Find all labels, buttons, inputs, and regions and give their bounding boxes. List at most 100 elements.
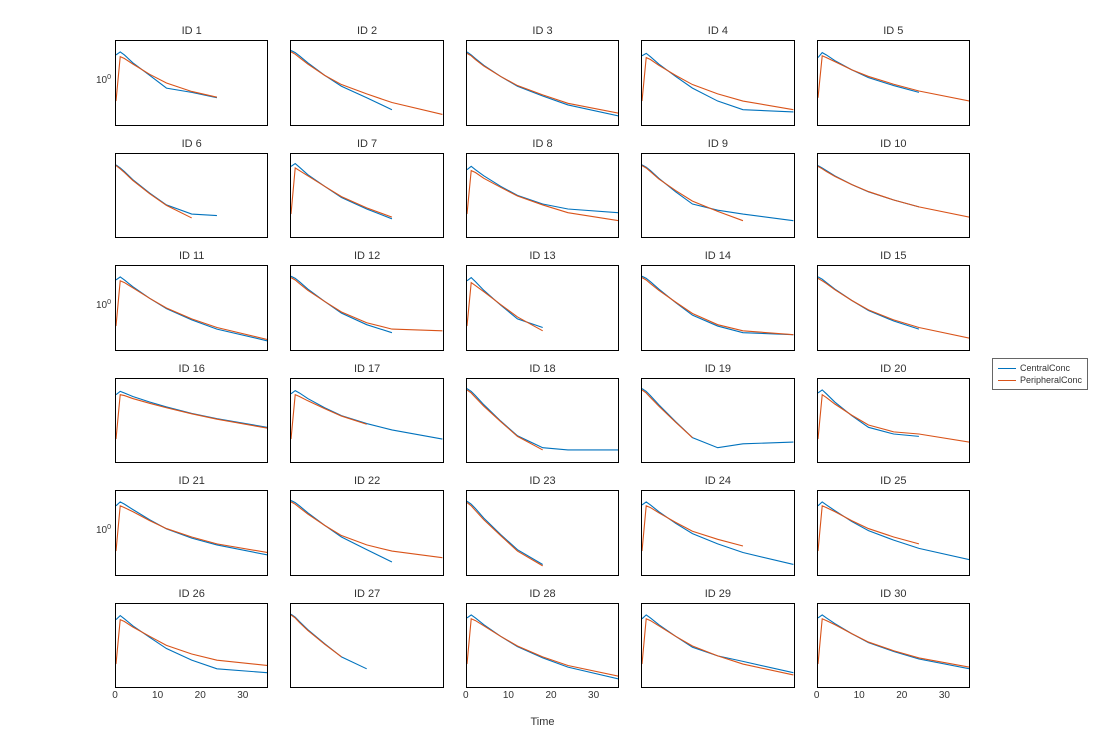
axes (817, 490, 970, 576)
series-centralconc (642, 276, 793, 335)
subplot: ID 280102030Time (466, 603, 619, 701)
subplot: ID 25 (817, 490, 970, 588)
subplot-title: ID 6 (115, 138, 268, 150)
y-tick-label: 100 (96, 74, 115, 86)
subplot: ID 29 (641, 603, 794, 701)
subplot: ID 300102030 (817, 603, 970, 701)
subplot-title: ID 26 (115, 588, 268, 600)
legend: CentralConc PeripheralConc (992, 358, 1088, 390)
subplot: ID 8 (466, 153, 619, 251)
series-centralconc (116, 52, 217, 98)
axes (115, 265, 268, 351)
series-centralconc (642, 502, 793, 565)
subplot-title: ID 2 (290, 25, 443, 37)
axes (466, 40, 619, 126)
subplot-title: ID 17 (290, 363, 443, 375)
series-centralconc (291, 614, 367, 669)
subplot-title: ID 14 (641, 250, 794, 262)
subplot: ID 20 (817, 378, 970, 476)
series-centralconc (291, 163, 392, 218)
series-peripheralconc (291, 394, 367, 438)
subplot-title: ID 23 (466, 475, 619, 487)
series-peripheralconc (116, 394, 267, 438)
axes (115, 378, 268, 464)
subplot: ID 27 (290, 603, 443, 701)
series-centralconc (467, 166, 618, 212)
series-centralconc (467, 501, 543, 564)
legend-label: PeripheralConc (1020, 374, 1082, 386)
series-peripheralconc (818, 166, 969, 217)
axes (817, 378, 970, 464)
legend-entry: PeripheralConc (998, 374, 1082, 386)
series-centralconc (642, 614, 793, 672)
axes (641, 40, 794, 126)
series-centralconc (467, 614, 618, 678)
subplot-title: ID 28 (466, 588, 619, 600)
subplot: ID 5 (817, 40, 970, 138)
series-peripheralconc (467, 618, 618, 675)
axes (641, 153, 794, 239)
series-peripheralconc (116, 619, 267, 665)
subplot: ID 13 (466, 265, 619, 363)
x-tick-labels: 0102030 (466, 688, 619, 702)
x-tick-labels: 0102030 (115, 688, 268, 702)
subplot-title: ID 7 (290, 138, 443, 150)
series-peripheralconc (818, 56, 969, 101)
x-tick-labels: 0102030 (817, 688, 970, 702)
subplot: ID 9 (641, 153, 794, 251)
series-peripheralconc (291, 614, 341, 656)
subplot-title: ID 18 (466, 363, 619, 375)
subplot-title: ID 15 (817, 250, 970, 262)
subplot: ID 6 (115, 153, 268, 251)
subplot-title: ID 29 (641, 588, 794, 600)
subplot: ID 1100 (115, 40, 268, 138)
subplot-title: ID 19 (641, 363, 794, 375)
series-centralconc (818, 165, 919, 206)
series-centralconc (642, 53, 793, 112)
axes (290, 378, 443, 464)
axes (115, 490, 268, 576)
subplot-title: ID 5 (817, 25, 970, 37)
subplot: ID 7 (290, 153, 443, 251)
series-centralconc (116, 277, 267, 341)
subplot-title: ID 24 (641, 475, 794, 487)
subplot-title: ID 20 (817, 363, 970, 375)
series-centralconc (642, 164, 793, 220)
subplot: ID 24 (641, 490, 794, 588)
figure: ID 1100ID 2ID 3ID 4ID 5ID 6ID 7ID 8ID 9I… (0, 0, 1098, 732)
subplot: ID 12 (290, 265, 443, 363)
axes (466, 603, 619, 689)
subplot-title: ID 1 (115, 25, 268, 37)
x-axis-label: Time (466, 716, 619, 728)
y-tick-label: 100 (96, 524, 115, 536)
series-peripheralconc (818, 618, 969, 666)
subplot: ID 23 (466, 490, 619, 588)
series-centralconc (291, 390, 442, 438)
series-peripheralconc (818, 278, 969, 338)
subplot: ID 16 (115, 378, 268, 476)
series-peripheralconc (291, 167, 392, 216)
series-centralconc (818, 277, 919, 329)
subplot: ID 21100 (115, 490, 268, 588)
series-centralconc (467, 278, 543, 328)
subplot: ID 17 (290, 378, 443, 476)
series-centralconc (818, 389, 919, 435)
legend-label: CentralConc (1020, 362, 1070, 374)
axes (466, 265, 619, 351)
series-peripheralconc (642, 506, 743, 551)
axes (466, 153, 619, 239)
subplot-title: ID 8 (466, 138, 619, 150)
subplot: ID 4 (641, 40, 794, 138)
subplot-title: ID 12 (290, 250, 443, 262)
series-peripheralconc (116, 281, 267, 340)
axes (290, 490, 443, 576)
legend-entry: CentralConc (998, 362, 1082, 374)
series-centralconc (642, 388, 793, 447)
series-centralconc (116, 502, 267, 555)
subplot-title: ID 21 (115, 475, 268, 487)
series-peripheralconc (467, 170, 618, 220)
subplot-title: ID 30 (817, 588, 970, 600)
axes (115, 40, 268, 126)
series-peripheralconc (642, 389, 692, 437)
subplot-title: ID 13 (466, 250, 619, 262)
